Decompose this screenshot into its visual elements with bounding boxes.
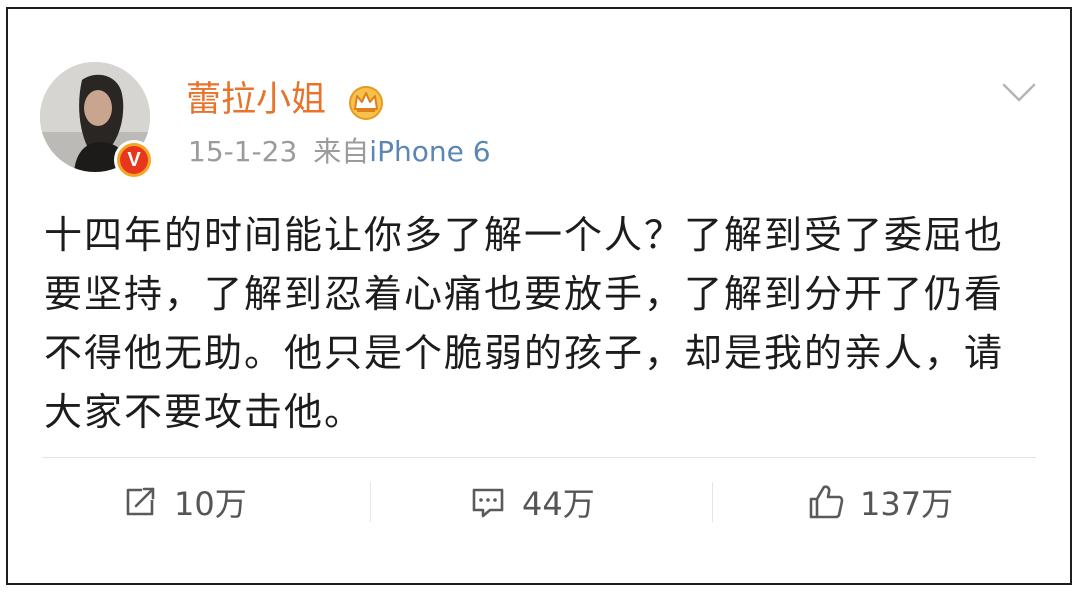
crown-icon: [349, 86, 383, 120]
post-date: 15-1-23: [188, 135, 298, 168]
action-bar-divider: [42, 457, 1036, 458]
username[interactable]: 蕾拉小姐: [186, 78, 326, 122]
post-source-link[interactable]: iPhone 6: [369, 135, 490, 168]
post-meta: 15-1-23 来自iPhone 6: [188, 134, 491, 170]
like-count: 137万: [860, 485, 954, 523]
post-content-line: 大家不要攻击他。: [44, 390, 365, 434]
verified-v-badge: V: [114, 140, 154, 180]
action-separator: [712, 482, 713, 522]
repost-count: 10万: [174, 485, 247, 523]
post-content-line: 不得他无助。他只是个脆弱的孩子，却是我的亲人，请: [44, 331, 1005, 375]
comment-button[interactable]: 44万: [468, 478, 595, 526]
thumbs-up-icon: [809, 485, 844, 519]
repost-button[interactable]: 10万: [120, 478, 247, 526]
action-separator: [370, 482, 371, 522]
like-button[interactable]: 137万: [806, 478, 953, 526]
source-prefix: 来自: [313, 135, 370, 168]
post-content: 十四年的时间能让你多了解一个人？了解到受了委屈也 要坚持，了解到忍着心痛也要放手…: [44, 206, 1044, 442]
comment-icon: [472, 488, 504, 518]
chevron-down-icon[interactable]: [1002, 82, 1036, 104]
post-content-line: 要坚持，了解到忍着心痛也要放手，了解到分开了仍看: [44, 272, 1005, 316]
post-content-line: 十四年的时间能让你多了解一个人？了解到受了委屈也: [44, 213, 1005, 257]
comment-count: 44万: [522, 485, 595, 523]
repost-icon: [126, 487, 155, 516]
verified-badge-letter: V: [120, 146, 148, 174]
